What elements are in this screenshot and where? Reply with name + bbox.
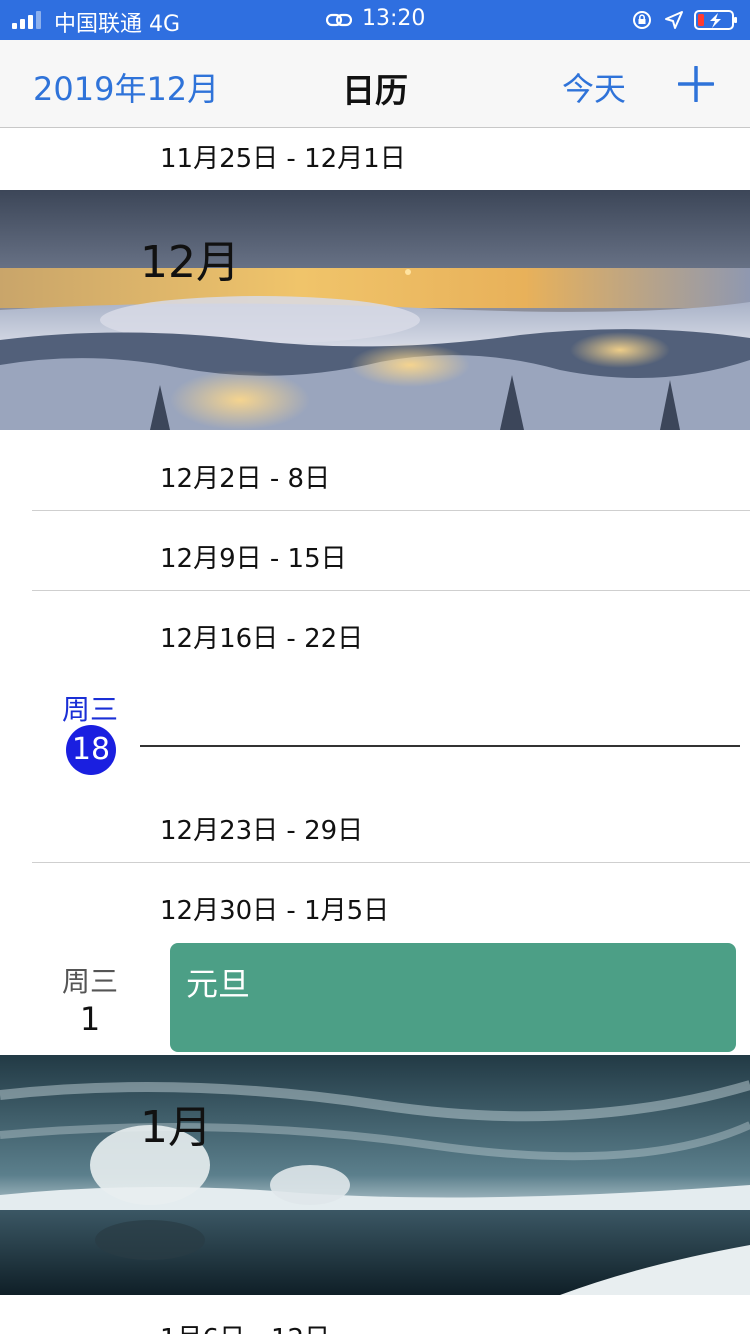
plus-icon[interactable] bbox=[678, 66, 714, 102]
month-banner-january: 1月 bbox=[0, 1055, 750, 1295]
link-icon bbox=[326, 13, 352, 27]
battery-charging-icon bbox=[694, 10, 737, 30]
status-time: 13:20 bbox=[362, 6, 426, 31]
week-label[interactable]: 12月2日 - 8日 bbox=[160, 458, 330, 495]
event-day-weekday: 周三 bbox=[61, 965, 118, 998]
event-card[interactable]: 元旦 bbox=[170, 943, 736, 1052]
week-label[interactable]: 1月6日 - 12日 bbox=[160, 1318, 330, 1334]
today-indicator-line bbox=[140, 745, 740, 747]
banner-image-frozen-lake bbox=[0, 1055, 750, 1295]
month-banner-label: 1月 bbox=[140, 1102, 212, 1153]
status-bar: 中国联通 4G 13:20 bbox=[0, 0, 750, 40]
today-button[interactable]: 今天 bbox=[562, 64, 626, 110]
week-label[interactable]: 12月9日 - 15日 bbox=[160, 538, 347, 575]
week-label[interactable]: 12月23日 - 29日 bbox=[160, 810, 363, 847]
location-icon bbox=[665, 11, 683, 29]
today-weekday: 周三 bbox=[61, 693, 118, 726]
week-divider bbox=[32, 590, 750, 591]
page-title: 日历 bbox=[342, 71, 408, 110]
event-day-number: 1 bbox=[79, 1000, 101, 1038]
month-banner-label: 12月 bbox=[140, 237, 240, 288]
week-label[interactable]: 12月16日 - 22日 bbox=[160, 618, 363, 655]
nav-bar: 2019年12月 日历 今天 bbox=[0, 40, 750, 128]
week-label[interactable]: 12月30日 - 1月5日 bbox=[160, 890, 389, 927]
month-banner-december: 12月 bbox=[0, 190, 750, 430]
orientation-lock-icon bbox=[633, 11, 651, 29]
week-label[interactable]: 11月25日 - 12月1日 bbox=[160, 138, 406, 175]
week-divider bbox=[32, 510, 750, 511]
event-title: 元旦 bbox=[186, 965, 251, 1003]
today-date-badge[interactable]: 18 bbox=[66, 725, 116, 775]
signal-icon bbox=[12, 11, 48, 29]
banner-image-snowy-city bbox=[0, 190, 750, 430]
carrier-label: 中国联通 4G bbox=[54, 12, 181, 37]
week-divider bbox=[32, 862, 750, 863]
